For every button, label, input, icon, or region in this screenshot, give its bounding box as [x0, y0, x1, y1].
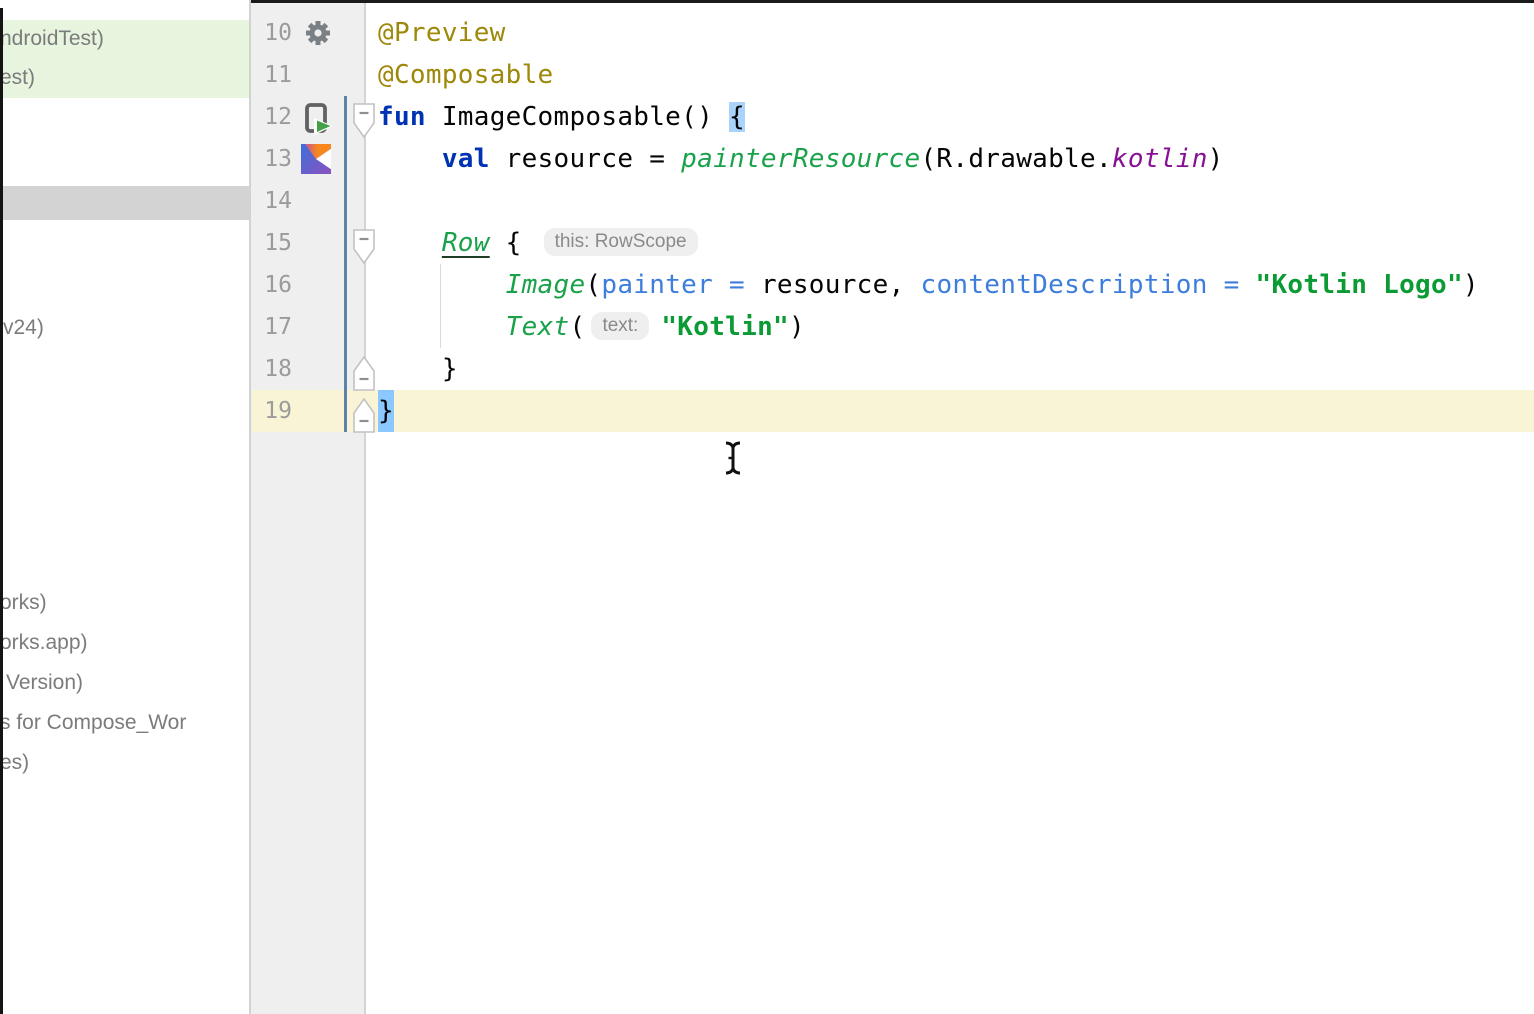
code-line-12[interactable]: fun ImageComposable() {	[378, 96, 745, 138]
code-token: "Kotlin"	[661, 312, 789, 342]
tree-item-version[interactable]: Version)	[6, 663, 250, 703]
code-token: {	[729, 102, 745, 132]
code-token: )	[789, 312, 805, 342]
tree-item-v24[interactable]: (v24)	[0, 308, 246, 348]
fold-end-icon[interactable]	[353, 397, 375, 433]
line-number: 19	[252, 390, 292, 432]
code-line-15[interactable]: Row { this: RowScope	[378, 222, 704, 264]
tree-item-works[interactable]: orks)	[0, 583, 250, 623]
tree-item-es[interactable]: es)	[0, 743, 250, 783]
window-top-edge	[251, 0, 1534, 3]
line-number: 11	[252, 54, 292, 96]
run-preview-icon[interactable]	[302, 102, 334, 141]
code-token	[378, 270, 506, 300]
fold-end-icon[interactable]	[353, 355, 375, 391]
code-token	[378, 144, 442, 174]
code-token: (R.drawable.	[920, 144, 1111, 174]
tree-item-test[interactable]: est)	[0, 58, 250, 97]
line-number: 17	[252, 306, 292, 348]
code-token: painterResource	[681, 144, 920, 174]
tree-item-works-app[interactable]: orks.app)	[0, 623, 250, 663]
code-token: Image	[506, 270, 586, 300]
gutter-border	[364, 3, 366, 1014]
code-line-17[interactable]: Text(text: "Kotlin")	[378, 306, 805, 348]
code-token: )	[1463, 270, 1479, 300]
kotlin-logo-icon	[301, 144, 331, 174]
line-number: 13	[252, 138, 292, 180]
code-line-10[interactable]: @Preview	[378, 12, 506, 54]
code-token	[378, 312, 506, 342]
code-token: fun	[378, 102, 426, 132]
code-token: kotlin	[1112, 144, 1208, 174]
tree-item-androidtest[interactable]: ndroidTest)	[0, 19, 250, 58]
current-line-highlight	[252, 390, 1534, 432]
code-token: resource,	[761, 270, 921, 300]
code-token: (	[569, 312, 585, 342]
code-line-16[interactable]: Image(painter = resource, contentDescrip…	[378, 264, 1479, 306]
code-token: ImageComposable()	[426, 102, 729, 132]
code-line-18[interactable]: }	[378, 348, 458, 390]
code-line-11[interactable]: @Composable	[378, 54, 554, 96]
tree-selected-row[interactable]	[0, 186, 250, 220]
code-token: contentDescription =	[920, 270, 1255, 300]
code-token: painter =	[601, 270, 761, 300]
inlay-hint[interactable]: text:	[591, 312, 649, 340]
fold-start-icon[interactable]	[353, 229, 375, 265]
line-number: 10	[252, 12, 292, 54]
ide-window: ndroidTest) est) (v24) orks) orks.app) V…	[0, 0, 1534, 1014]
code-token: @Preview	[378, 18, 506, 48]
code-token: @Composable	[378, 60, 554, 90]
line-number: 18	[252, 348, 292, 390]
code-token: Text	[506, 312, 570, 342]
line-number: 16	[252, 264, 292, 306]
inlay-hint[interactable]: this: RowScope	[544, 228, 698, 256]
code-line-19[interactable]: }	[378, 390, 394, 432]
code-token: val	[442, 144, 490, 174]
window-left-edge	[0, 8, 3, 1014]
code-token: )	[1208, 144, 1224, 174]
project-tree-panel: ndroidTest) est) (v24) orks) orks.app) V…	[0, 0, 250, 1014]
tree-item-proguard-rules[interactable]: s for Compose_Wor	[0, 703, 250, 743]
code-token: }	[378, 390, 394, 432]
text-cursor-icon	[722, 440, 744, 481]
code-token	[378, 228, 442, 258]
code-token: {	[490, 228, 538, 258]
fold-start-icon[interactable]	[353, 103, 375, 139]
code-token: "Kotlin Logo"	[1256, 270, 1463, 300]
line-number: 12	[252, 96, 292, 138]
code-line-13[interactable]: val resource = painterResource(R.drawabl…	[378, 138, 1224, 180]
vcs-change-stripe[interactable]	[344, 96, 347, 432]
code-token: resource =	[490, 144, 681, 174]
line-number: 15	[252, 222, 292, 264]
code-token: }	[378, 354, 458, 384]
code-token: (	[585, 270, 601, 300]
line-number: 14	[252, 180, 292, 222]
gear-icon[interactable]	[304, 19, 332, 52]
code-token: Row	[442, 228, 490, 258]
